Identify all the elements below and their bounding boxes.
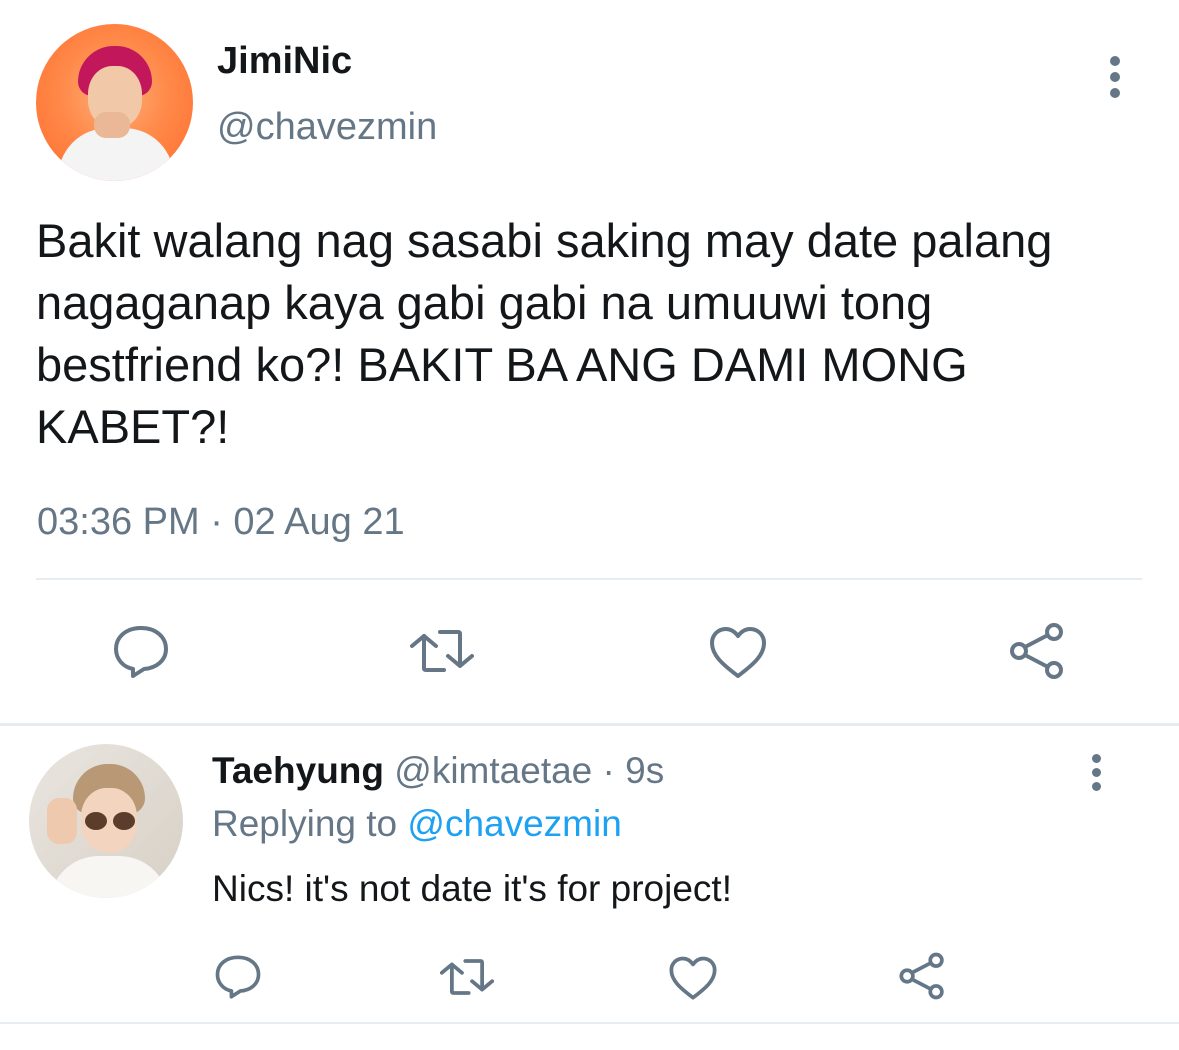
heart-icon bbox=[710, 627, 766, 678]
retweet-button[interactable] bbox=[410, 626, 474, 676]
share-icon bbox=[1010, 623, 1063, 679]
divider bbox=[0, 1022, 1179, 1024]
share-icon bbox=[899, 952, 944, 1000]
author-display-name[interactable]: JimiNic bbox=[217, 40, 352, 83]
share-button[interactable] bbox=[896, 952, 948, 1000]
heart-icon bbox=[669, 956, 717, 1000]
reply-header: Taehyung @kimtaetae · 9s bbox=[212, 750, 664, 792]
share-button[interactable] bbox=[1006, 622, 1068, 680]
tweet-text: Bakit walang nag sasabi saking may date … bbox=[36, 214, 1053, 453]
more-vertical-icon[interactable] bbox=[1082, 752, 1112, 794]
replying-to-label: Replying to bbox=[212, 803, 398, 844]
comment-icon bbox=[114, 626, 168, 678]
divider bbox=[0, 723, 1179, 726]
reply-button[interactable] bbox=[214, 954, 262, 1000]
author-handle[interactable]: @chavezmin bbox=[217, 106, 437, 149]
replying-to: Replying to @chavezmin bbox=[212, 803, 622, 845]
more-vertical-icon[interactable] bbox=[1098, 54, 1132, 100]
retweet-button[interactable] bbox=[440, 956, 494, 998]
reply-button[interactable] bbox=[112, 624, 170, 680]
avatar[interactable] bbox=[29, 744, 183, 898]
divider bbox=[36, 578, 1142, 580]
avatar[interactable] bbox=[36, 24, 193, 181]
reply-author-meta[interactable]: @kimtaetae · 9s bbox=[394, 750, 664, 791]
retweet-icon bbox=[410, 630, 474, 672]
retweet-icon bbox=[440, 959, 494, 995]
reply-author-name[interactable]: Taehyung bbox=[212, 750, 384, 791]
comment-icon bbox=[215, 955, 261, 999]
tweet-thread: JimiNic @chavezmin Bakit walang nag sasa… bbox=[0, 0, 1179, 1050]
replying-to-link[interactable]: @chavezmin bbox=[407, 803, 621, 844]
like-button[interactable] bbox=[668, 956, 718, 1001]
main-tweet: JimiNic @chavezmin Bakit walang nag sasa… bbox=[0, 0, 1179, 724]
reply-text: Nics! it's not date it's for project! bbox=[212, 868, 732, 909]
tweet-timestamp[interactable]: 03:36 PM · 02 Aug 21 bbox=[37, 501, 405, 544]
like-button[interactable] bbox=[708, 626, 768, 680]
